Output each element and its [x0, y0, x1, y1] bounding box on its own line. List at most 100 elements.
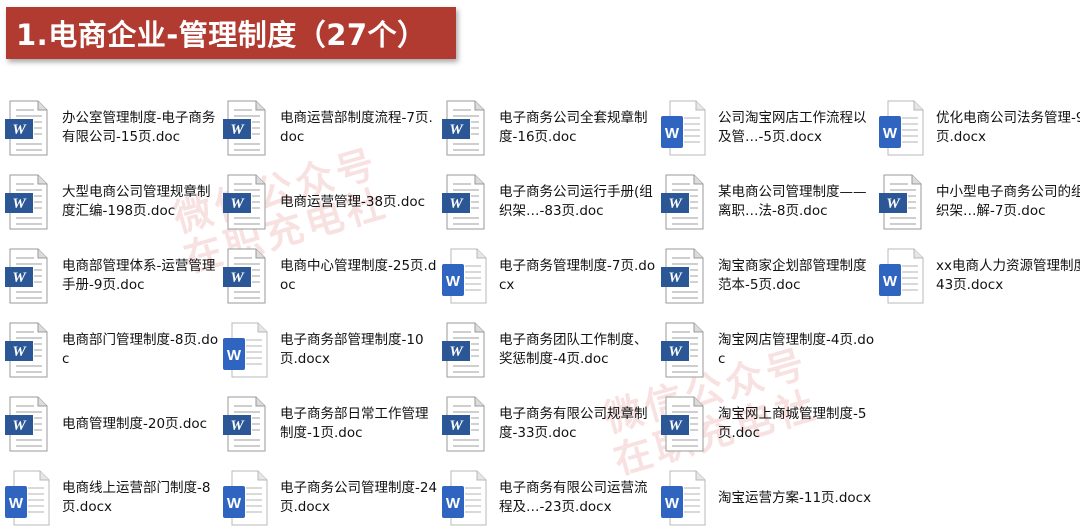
word-docx-icon: W — [878, 248, 924, 304]
word-doc-icon: W — [660, 396, 706, 452]
svg-text:W: W — [230, 418, 245, 434]
svg-text:W: W — [668, 270, 683, 286]
svg-text:W: W — [446, 273, 461, 290]
word-docx-icon: W — [878, 100, 924, 156]
svg-text:W: W — [12, 418, 27, 434]
word-doc-icon: W — [222, 248, 268, 304]
svg-text:W: W — [665, 125, 680, 142]
svg-text:W: W — [230, 122, 245, 138]
word-doc-icon: W — [4, 248, 50, 304]
file-item[interactable]: W 电商部管理体系-运营管理手册-9页.doc — [4, 244, 222, 308]
file-item[interactable]: W 电子商务公司全套规章制度-16页.doc — [441, 96, 659, 160]
svg-text:W: W — [12, 196, 27, 212]
file-item[interactable]: W 淘宝运营方案-11页.docx — [660, 466, 878, 530]
file-item[interactable]: W 淘宝网店管理制度-4页.doc — [660, 318, 878, 382]
file-name: 公司淘宝网店工作流程以及管…-5页.docx — [718, 110, 867, 145]
file-item[interactable]: W 电商管理制度-20页.doc — [4, 392, 222, 456]
file-name: 电商运营管理-38页.doc — [280, 193, 426, 210]
svg-text:W: W — [227, 347, 242, 364]
file-name: xx电商人力资源管理制度-43页.docx — [936, 258, 1080, 293]
file-name: 办公室管理制度-电子商务有限公司-15页.doc — [62, 110, 216, 145]
file-name: 电子商务公司管理制度-24页.docx — [280, 480, 438, 515]
file-item[interactable]: W 电商部门管理制度-8页.doc — [4, 318, 222, 382]
svg-text:W: W — [446, 495, 461, 512]
file-item[interactable]: W 大型电商公司管理规章制度汇编-198页.doc — [4, 170, 222, 234]
file-name: 优化电商公司法务管理-9页.docx — [936, 110, 1080, 145]
file-name: 电商部管理体系-运营管理手册-9页.doc — [62, 258, 216, 293]
svg-text:W: W — [449, 196, 464, 212]
svg-text:W: W — [227, 495, 242, 512]
svg-text:W: W — [12, 122, 27, 138]
word-doc-icon: W — [878, 174, 924, 230]
file-grid: W 办公室管理制度-电子商务有限公司-15页.doc W 电商运营部制度流程-7… — [0, 0, 1080, 526]
file-item[interactable]: W 电商线上运营部门制度-8页.docx — [4, 466, 222, 530]
file-name: 电子商务公司全套规章制度-16页.doc — [499, 110, 648, 145]
file-item[interactable]: W 办公室管理制度-电子商务有限公司-15页.doc — [4, 96, 222, 160]
svg-text:W: W — [668, 196, 683, 212]
file-item[interactable]: W 中小型电子商务公司的组织架…解-7页.doc — [878, 170, 1080, 234]
word-docx-icon: W — [222, 322, 268, 378]
word-doc-icon: W — [4, 396, 50, 452]
file-item[interactable]: W 电子商务管理制度-7页.docx — [441, 244, 659, 308]
file-name: 淘宝商家企划部管理制度范本-5页.doc — [718, 258, 867, 293]
file-name: 某电商公司管理制度——离职…法-8页.doc — [718, 184, 867, 219]
file-name: 电商运营部制度流程-7页.doc — [280, 110, 433, 145]
svg-text:W: W — [668, 418, 683, 434]
word-doc-icon: W — [441, 100, 487, 156]
file-name: 大型电商公司管理规章制度汇编-198页.doc — [62, 184, 211, 219]
word-doc-icon: W — [4, 174, 50, 230]
file-item[interactable]: W 公司淘宝网店工作流程以及管…-5页.docx — [660, 96, 878, 160]
svg-text:W: W — [449, 418, 464, 434]
file-item[interactable]: W 电子商务有限公司运营流程及…-23页.docx — [441, 466, 659, 530]
file-item[interactable]: W 电商中心管理制度-25页.doc — [222, 244, 440, 308]
file-item[interactable]: W 淘宝商家企划部管理制度范本-5页.doc — [660, 244, 878, 308]
word-doc-icon: W — [441, 174, 487, 230]
svg-text:W: W — [12, 344, 27, 360]
file-item[interactable]: W 淘宝网上商城管理制度-5页.doc — [660, 392, 878, 456]
file-name: 电子商务管理制度-7页.docx — [499, 258, 656, 293]
file-item[interactable]: W 电子商务有限公司规章制度-33页.doc — [441, 392, 659, 456]
file-item[interactable]: W 电子商务公司管理制度-24页.docx — [222, 466, 440, 530]
word-doc-icon: W — [4, 322, 50, 378]
svg-text:W: W — [883, 125, 898, 142]
svg-text:W: W — [230, 196, 245, 212]
word-doc-icon: W — [660, 248, 706, 304]
file-name: 淘宝网店管理制度-4页.doc — [718, 332, 875, 367]
file-name: 电子商务部日常工作管理制度-1页.doc — [280, 406, 429, 441]
file-item[interactable]: W 电商运营部制度流程-7页.doc — [222, 96, 440, 160]
svg-text:W: W — [230, 270, 245, 286]
svg-text:W: W — [12, 270, 27, 286]
word-doc-icon: W — [441, 322, 487, 378]
file-name: 电商中心管理制度-25页.doc — [280, 258, 437, 293]
word-doc-icon: W — [222, 174, 268, 230]
word-doc-icon: W — [4, 100, 50, 156]
file-name: 电子商务有限公司运营流程及…-23页.docx — [499, 480, 648, 515]
file-item[interactable]: W 电商运营管理-38页.doc — [222, 170, 440, 234]
word-docx-icon: W — [4, 470, 50, 526]
word-doc-icon: W — [660, 322, 706, 378]
word-docx-icon: W — [660, 470, 706, 526]
file-name: 电商部门管理制度-8页.doc — [62, 332, 219, 367]
file-item[interactable]: W xx电商人力资源管理制度-43页.docx — [878, 244, 1080, 308]
file-name: 中小型电子商务公司的组织架…解-7页.doc — [936, 184, 1080, 219]
word-docx-icon: W — [222, 470, 268, 526]
svg-text:W: W — [449, 344, 464, 360]
file-item[interactable]: W 某电商公司管理制度——离职…法-8页.doc — [660, 170, 878, 234]
file-name: 电商线上运营部门制度-8页.docx — [62, 480, 211, 515]
svg-text:W: W — [883, 273, 898, 290]
word-docx-icon: W — [441, 470, 487, 526]
svg-text:W: W — [449, 122, 464, 138]
file-name: 电子商务团队工作制度、奖惩制度-4页.doc — [499, 332, 648, 367]
file-name: 电商管理制度-20页.doc — [62, 415, 208, 432]
svg-text:W: W — [9, 495, 24, 512]
file-item[interactable]: W 电子商务团队工作制度、奖惩制度-4页.doc — [441, 318, 659, 382]
word-doc-icon: W — [441, 396, 487, 452]
svg-text:W: W — [665, 495, 680, 512]
file-item[interactable]: W 电子商务部管理制度-10页.docx — [222, 318, 440, 382]
svg-text:W: W — [886, 196, 901, 212]
file-item[interactable]: W 电子商务部日常工作管理制度-1页.doc — [222, 392, 440, 456]
file-item[interactable]: W 电子商务公司运行手册(组织架…-83页.doc — [441, 170, 659, 234]
word-doc-icon: W — [222, 396, 268, 452]
svg-text:W: W — [668, 344, 683, 360]
file-item[interactable]: W 优化电商公司法务管理-9页.docx — [878, 96, 1080, 160]
